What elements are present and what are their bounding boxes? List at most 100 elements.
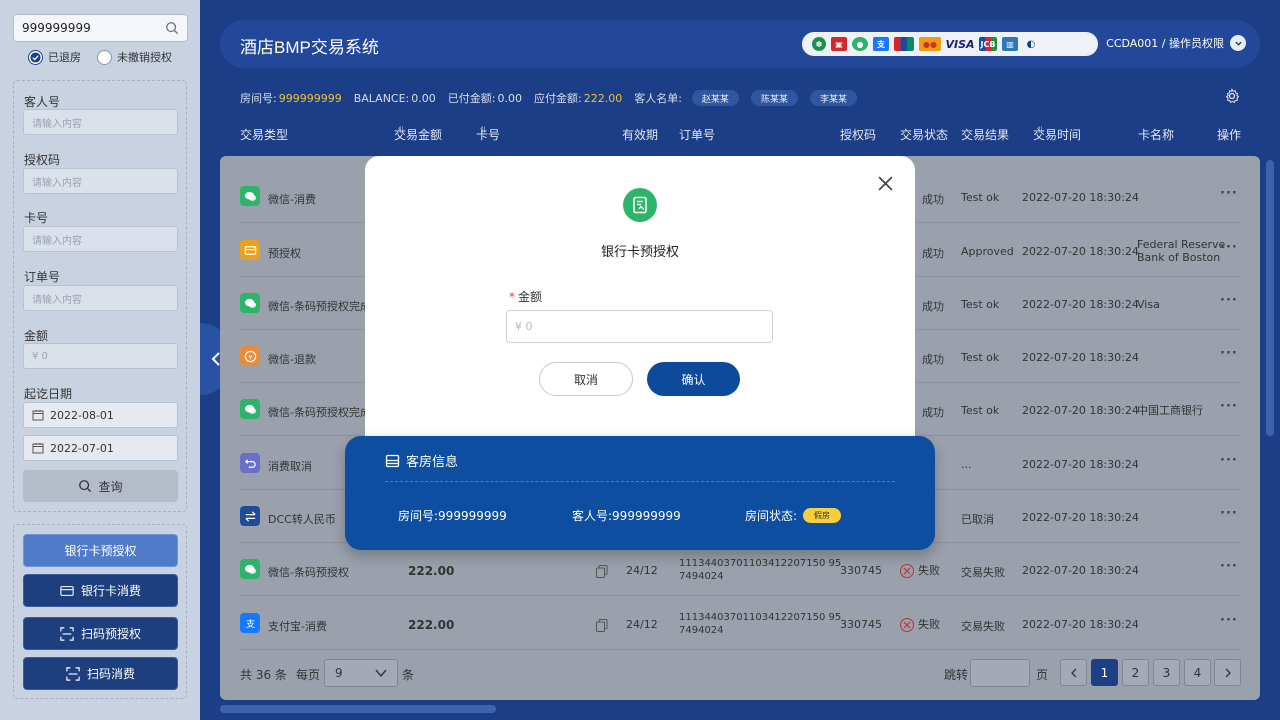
scan-purchase-button[interactable]: 扫码消费 — [23, 657, 178, 690]
search-box[interactable] — [13, 14, 188, 42]
table-row[interactable]: 微信-条码预授权 222.00 24/12 111344037011034122071… — [220, 543, 1260, 596]
amount-input[interactable]: ¥ 0 — [23, 343, 178, 369]
scan-preauth-label: 扫码预授权 — [80, 627, 141, 641]
user-menu[interactable]: CCDA001 / 操作员权限 — [1106, 35, 1246, 51]
scan-preauth-button[interactable]: 扫码预授权 — [23, 617, 178, 650]
copy-icon[interactable] — [596, 619, 608, 632]
row-card-name: Visa — [1137, 298, 1160, 311]
not-revoked-checkbox[interactable]: 未撤销授权 — [97, 49, 172, 65]
card-no-input[interactable]: 请输入内容 — [23, 226, 178, 252]
close-icon[interactable] — [877, 175, 894, 192]
row-type: 微信-条码预授权 — [268, 566, 349, 579]
page-button[interactable]: 1 — [1091, 659, 1118, 686]
table-row[interactable]: 支 支付宝-消费 222.00 24/12 1113440370110341220715… — [220, 597, 1260, 650]
row-auth: 330745 — [840, 618, 882, 631]
unchecked-icon — [97, 49, 112, 65]
visa-icon: VISA — [945, 37, 975, 51]
copy-icon[interactable] — [596, 565, 608, 578]
row-order-line: 7494024 — [679, 625, 724, 636]
scan-icon — [60, 626, 74, 641]
more-actions-icon[interactable]: ··· — [1220, 293, 1238, 308]
next-page-button[interactable] — [1214, 659, 1241, 686]
required-marker: * — [509, 290, 515, 304]
chevron-right-icon — [1225, 668, 1231, 677]
row-status: 失败 — [900, 616, 940, 632]
room-summary: 房间号: 999999999 BALANCE: 0.00 已付金额: 0.00 … — [240, 90, 869, 106]
guest-tag[interactable]: 赵某某 — [691, 90, 739, 106]
room-state-field: 房间状态: 假房 — [745, 507, 842, 524]
end-date-value: 2022-07-01 — [50, 441, 114, 455]
checked-out-label: 已退房 — [48, 51, 81, 64]
more-actions-icon[interactable]: ··· — [1220, 559, 1238, 574]
more-actions-icon[interactable]: ··· — [1220, 506, 1238, 521]
page-button[interactable]: 3 — [1153, 659, 1180, 686]
row-time: 2022-07-20 18:30:24 — [1022, 564, 1139, 577]
row-status: 成功 — [922, 351, 944, 367]
balance-label: BALANCE: — [353, 91, 410, 105]
start-date-value: 2022-08-01 — [50, 408, 114, 422]
sort-icon[interactable]: ⥮ — [1037, 126, 1044, 136]
more-actions-icon[interactable]: ··· — [1220, 613, 1238, 628]
card-purchase-label: 银行卡消费 — [80, 584, 141, 598]
page-size-value: 9 — [335, 666, 343, 680]
amex-icon: ▥ — [1002, 37, 1018, 51]
confirm-button[interactable]: 确认 — [647, 362, 740, 396]
order-no-input[interactable]: 请输入内容 — [23, 285, 178, 311]
card-preauth-button[interactable]: 银行卡预授权 — [23, 534, 178, 567]
search-icon[interactable] — [165, 21, 179, 35]
more-actions-icon[interactable]: ··· — [1220, 240, 1238, 255]
sort-icon[interactable]: ⥮ — [398, 126, 405, 136]
guest-no-input[interactable]: 请输入内容 — [23, 109, 178, 135]
page-size-select[interactable]: 9 — [324, 659, 398, 687]
balance-value: 0.00 — [411, 91, 436, 105]
query-label: 查询 — [98, 479, 123, 494]
dialog-title: 银行卡预授权 — [600, 245, 679, 260]
guest-tag[interactable]: 陈某某 — [750, 90, 798, 106]
more-actions-icon[interactable]: ··· — [1220, 186, 1238, 201]
row-result: 交易失败 — [961, 620, 1005, 633]
diners-icon: ◐ — [1026, 38, 1036, 50]
checked-out-checkbox[interactable]: 已退房 — [28, 49, 81, 65]
exchange-icon — [240, 506, 260, 526]
row-type: 微信-退款 — [268, 353, 316, 366]
more-actions-icon[interactable]: ··· — [1220, 399, 1238, 414]
vertical-scrollbar[interactable] — [1266, 160, 1274, 436]
amount-input[interactable]: ¥ 0 — [506, 310, 773, 343]
page-button[interactable]: 2 — [1122, 659, 1149, 686]
refund-icon: ¥ — [240, 346, 260, 366]
auth-code-input[interactable]: 请输入内容 — [23, 168, 178, 194]
row-status-text: 成功 — [922, 406, 944, 419]
more-actions-icon[interactable]: ··· — [1220, 453, 1238, 468]
prev-page-button[interactable] — [1060, 659, 1087, 686]
row-card-name-line: Bank of Boston — [1137, 251, 1221, 264]
dropdown-icon[interactable] — [1230, 35, 1246, 51]
jump-page-input[interactable] — [970, 659, 1030, 687]
unionpay-small-icon: ▣ — [831, 37, 847, 51]
row-result: Test ok — [961, 191, 1000, 204]
end-date-input[interactable]: 2022-07-01 — [23, 435, 178, 461]
fail-icon — [900, 564, 914, 578]
row-order-line: 11134403701103412207150 95 — [679, 612, 842, 623]
pagination: 共 36 条 每页 9 条 跳转 页 1 2 3 4 — [240, 658, 1241, 688]
amount-field-label: * 金额 — [509, 288, 542, 305]
guest-tag[interactable]: 李某某 — [809, 90, 857, 106]
row-time: 2022-07-20 18:30:24 — [1022, 511, 1139, 524]
query-button[interactable]: 查询 — [23, 470, 178, 502]
card-purchase-button[interactable]: 银行卡消费 — [23, 574, 178, 607]
page-button[interactable]: 4 — [1184, 659, 1211, 686]
col-action: 操作 — [1217, 128, 1242, 142]
guest-no-field: 客人号: 999999999 — [572, 507, 681, 524]
search-input[interactable] — [22, 21, 165, 35]
per-page-unit: 条 — [402, 668, 415, 682]
more-actions-icon[interactable]: ··· — [1220, 346, 1238, 361]
settings-gear-icon[interactable] — [1224, 88, 1240, 104]
sort-icon[interactable]: ⥮ — [480, 126, 487, 136]
document-icon — [623, 188, 657, 222]
user-name: CCDA001 / 操作员权限 — [1106, 37, 1224, 50]
col-card-name: 卡名称 — [1138, 128, 1175, 142]
cancel-button[interactable]: 取消 — [539, 362, 633, 396]
start-date-input[interactable]: 2022-08-01 — [23, 402, 178, 428]
horizontal-scrollbar[interactable] — [220, 705, 496, 713]
payment-methods: ✽ ▣ ● 支 ●● VISA JCB ▥ ◐ — [802, 32, 1098, 56]
total-count: 共 36 条 — [240, 668, 287, 682]
